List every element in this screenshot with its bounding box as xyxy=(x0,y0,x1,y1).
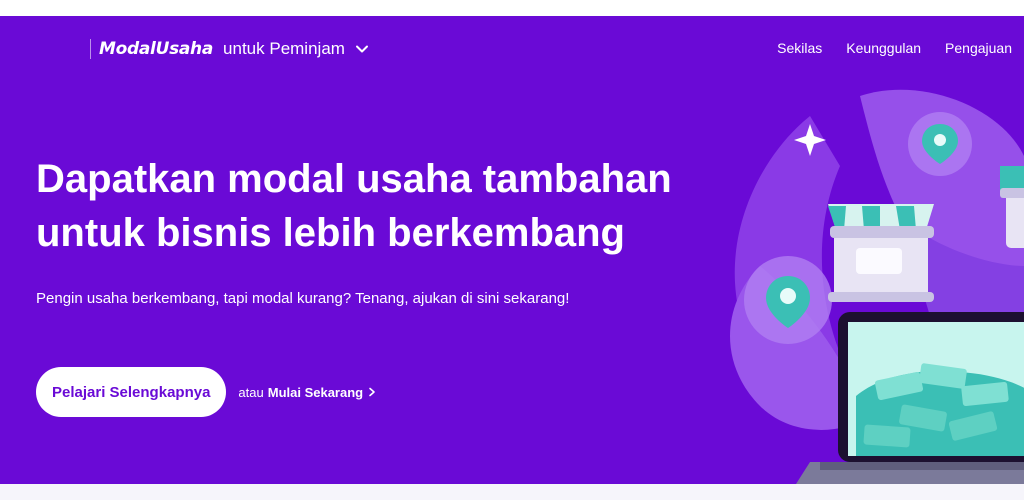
learn-more-button[interactable]: Pelajari Selengkapnya xyxy=(36,367,227,417)
hero-subtitle: Pengin usaha berkembang, tapi modal kura… xyxy=(36,290,570,307)
audience-selector-label[interactable]: untuk Peminjam xyxy=(223,39,345,59)
headline-line-1: Dapatkan modal usaha tambahan xyxy=(36,157,672,201)
nav-link-sekilas[interactable]: Sekilas xyxy=(777,40,822,56)
top-nav: Sekilas Keunggulan Pengajuan xyxy=(777,40,1012,56)
chevron-right-icon xyxy=(369,387,375,397)
nav-link-pengajuan[interactable]: Pengajuan xyxy=(945,40,1012,56)
store-icon xyxy=(828,204,934,302)
cta-row: Pelajari Selengkapnya atau Mulai Sekaran… xyxy=(36,367,377,417)
bottom-strip xyxy=(0,484,1024,500)
headline-line-2: untuk bisnis lebih berkembang xyxy=(36,211,625,255)
chevron-down-icon[interactable] xyxy=(355,42,369,56)
cta-or-text: atau xyxy=(238,384,264,400)
brand-area[interactable]: ModalUsaha untuk Peminjam xyxy=(90,38,369,60)
nav-link-keunggulan[interactable]: Keunggulan xyxy=(846,40,921,56)
hero-headline: Dapatkan modal usaha tambahan untuk bisn… xyxy=(36,152,756,260)
brand-logo[interactable]: ModalUsaha xyxy=(99,39,213,59)
brand-divider xyxy=(90,39,91,59)
top-strip xyxy=(0,0,1024,16)
hero-section: ModalUsaha untuk Peminjam Sekilas Keungg… xyxy=(0,16,1024,484)
start-now-link[interactable]: Mulai Sekarang xyxy=(268,385,377,400)
start-now-label[interactable]: Mulai Sekarang xyxy=(268,385,363,400)
